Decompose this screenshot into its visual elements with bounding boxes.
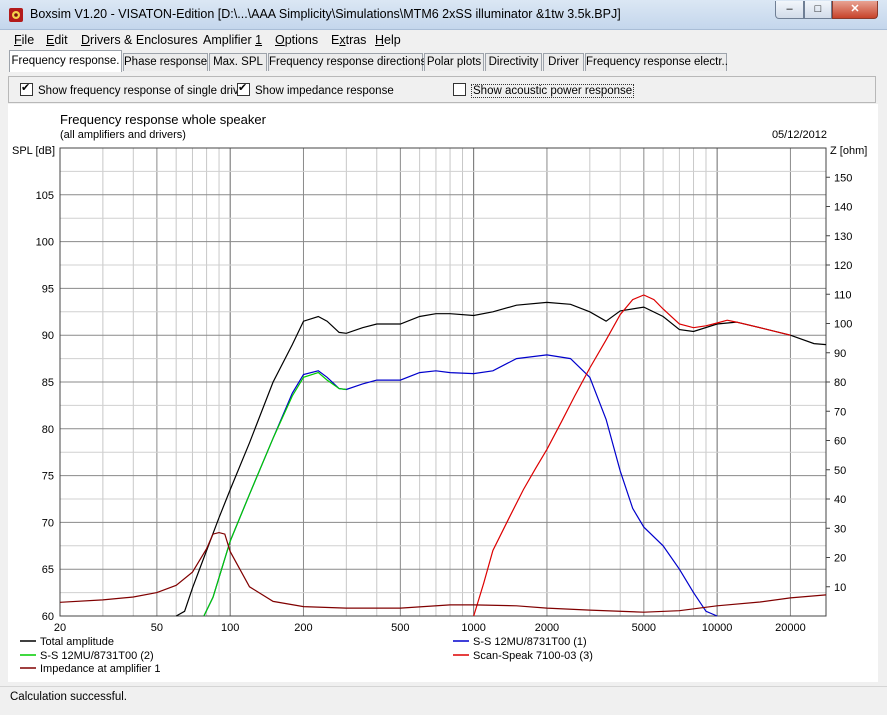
- impedance-label: Show impedance response: [255, 85, 394, 97]
- menu-options-accel: O: [275, 33, 285, 47]
- menu-drivers-label: rivers & Enclosures: [90, 33, 198, 47]
- x-tick-label: 20: [54, 622, 66, 634]
- tab-directivity[interactable]: Directivity: [485, 53, 542, 71]
- maximize-button[interactable]: □: [804, 1, 832, 19]
- y-tick-label: 90: [42, 330, 54, 342]
- status-text: Calculation successful.: [10, 691, 127, 703]
- series-line-4: [59, 531, 827, 613]
- minimize-button[interactable]: –: [775, 1, 804, 19]
- menu-edit[interactable]: Edit: [46, 33, 68, 47]
- legend-label-4: Impedance at amplifier 1: [40, 663, 160, 675]
- y-tick-label: 95: [42, 283, 54, 295]
- frequency-response-chart: Frequency response whole speaker (all am…: [8, 104, 878, 682]
- chart-title: Frequency response whole speaker: [60, 112, 267, 127]
- y2-tick-label: 50: [834, 465, 846, 477]
- x-tick-label: 500: [391, 622, 409, 634]
- y2-tick-label: 130: [834, 231, 852, 243]
- y-tick-label: 85: [42, 377, 54, 389]
- tab-strip: Frequency response. Phase response Max. …: [0, 50, 887, 72]
- x-tick-label: 50: [151, 622, 163, 634]
- y2-tick-label: 110: [834, 289, 852, 301]
- y-tick-label: 60: [42, 611, 54, 623]
- menu-extras[interactable]: Extras: [331, 33, 366, 47]
- tab-phase-response[interactable]: Phase response: [123, 53, 208, 71]
- y2-tick-label: 80: [834, 377, 846, 389]
- menu-amplifier[interactable]: Amplifier 1: [203, 33, 262, 47]
- menu-options[interactable]: Options: [275, 33, 318, 47]
- y2-tick-label: 40: [834, 494, 846, 506]
- tab-driver[interactable]: Driver: [543, 53, 584, 71]
- impedance-checkbox[interactable]: Show impedance response: [237, 81, 394, 97]
- tab-polar-plots[interactable]: Polar plots: [424, 53, 484, 71]
- tab-max-spl[interactable]: Max. SPL: [209, 53, 267, 71]
- chart-subtitle: (all amplifiers and drivers): [60, 129, 186, 141]
- tab-frequency-response[interactable]: Frequency response.: [9, 50, 122, 72]
- menu-extras-label: tras: [345, 33, 367, 47]
- y2-tick-label: 120: [834, 260, 852, 272]
- menu-amplifier-label: Amplifier: [203, 33, 256, 47]
- acoustic-power-label: Show acoustic power response: [471, 84, 635, 98]
- y2-tick-label: 10: [834, 582, 846, 594]
- acoustic-power-checkbox[interactable]: Show acoustic power response: [453, 83, 635, 98]
- chart-date: 05/12/2012: [772, 129, 827, 141]
- y2-tick-label: 150: [834, 172, 852, 184]
- menu-amplifier-accel: 1: [255, 33, 263, 47]
- legend-label-3: Scan-Speak 7100-03 (3): [473, 650, 593, 662]
- status-bar: Calculation successful.: [0, 686, 887, 715]
- chart-svg: Frequency response whole speaker (all am…: [12, 112, 867, 675]
- close-button[interactable]: ✕: [832, 1, 878, 19]
- x-tick-label: 2000: [535, 622, 559, 634]
- y-axis-label: SPL [dB]: [12, 145, 55, 157]
- x-tick-label: 100: [221, 622, 239, 634]
- y2-tick-label: 70: [834, 406, 846, 418]
- menu-help-label: elp: [384, 33, 401, 47]
- x-tick-label: 20000: [775, 622, 806, 634]
- window-title: Boxsim V1.20 - VISATON-Edition [D:\...\A…: [30, 7, 621, 21]
- legend-label-1: S-S 12MU/8731T00 (1): [473, 636, 587, 648]
- y-tick-label: 100: [36, 237, 54, 249]
- y2-tick-label: 20: [834, 553, 846, 565]
- x-tick-label: 10000: [702, 622, 733, 634]
- title-bar: Boxsim V1.20 - VISATON-Edition [D:\...\A…: [0, 0, 887, 30]
- menu-options-label: ptions: [284, 33, 319, 47]
- single-drive-check-icon[interactable]: [20, 81, 33, 96]
- menu-file-label: ile: [21, 33, 35, 47]
- menu-help[interactable]: Help: [375, 33, 401, 47]
- series-line-3: [473, 294, 791, 617]
- y2-tick-label: 100: [834, 319, 852, 331]
- menu-file[interactable]: File: [14, 33, 34, 47]
- y-tick-label: 80: [42, 424, 54, 436]
- single-drive-label: Show frequency response of single drive: [38, 85, 246, 97]
- tab-frequency-response-electr[interactable]: Frequency response electr..: [585, 53, 728, 71]
- y-tick-label: 65: [42, 564, 54, 576]
- boxsim-app-icon[interactable]: [8, 7, 24, 23]
- x-tick-label: 5000: [632, 622, 656, 634]
- y2-axis-label: Z [ohm]: [830, 145, 867, 157]
- display-options-panel: Show frequency response of single drive …: [8, 76, 876, 103]
- acoustic-power-check-icon[interactable]: [453, 83, 466, 96]
- menu-drivers-enclosures[interactable]: Drivers & Enclosures: [81, 33, 198, 47]
- y2-tick-label: 140: [834, 202, 852, 214]
- menu-help-accel: H: [375, 33, 385, 47]
- legend-label-2: S-S 12MU/8731T00 (2): [40, 650, 154, 662]
- series-line-1: [203, 354, 718, 617]
- y-tick-label: 70: [42, 517, 54, 529]
- single-drive-checkbox[interactable]: Show frequency response of single drive: [20, 81, 246, 97]
- x-tick-label: 200: [294, 622, 312, 634]
- tab-frequency-response-directions[interactable]: Frequency response directions: [268, 53, 426, 71]
- menu-drivers-accel: D: [81, 33, 91, 47]
- impedance-check-icon[interactable]: [237, 81, 250, 96]
- x-tick-label: 1000: [461, 622, 485, 634]
- series-line-2: [203, 371, 347, 617]
- y2-tick-label: 30: [834, 523, 846, 535]
- y2-tick-label: 90: [834, 348, 846, 360]
- legend-label-0: Total amplitude: [40, 636, 114, 648]
- y2-tick-label: 60: [834, 436, 846, 448]
- y-tick-label: 105: [36, 190, 54, 202]
- menu-file-accel: F: [14, 33, 22, 47]
- y-tick-label: 75: [42, 471, 54, 483]
- menu-edit-label: dit: [54, 33, 68, 47]
- menu-bar: File Edit Drivers & Enclosures Amplifier…: [0, 30, 887, 50]
